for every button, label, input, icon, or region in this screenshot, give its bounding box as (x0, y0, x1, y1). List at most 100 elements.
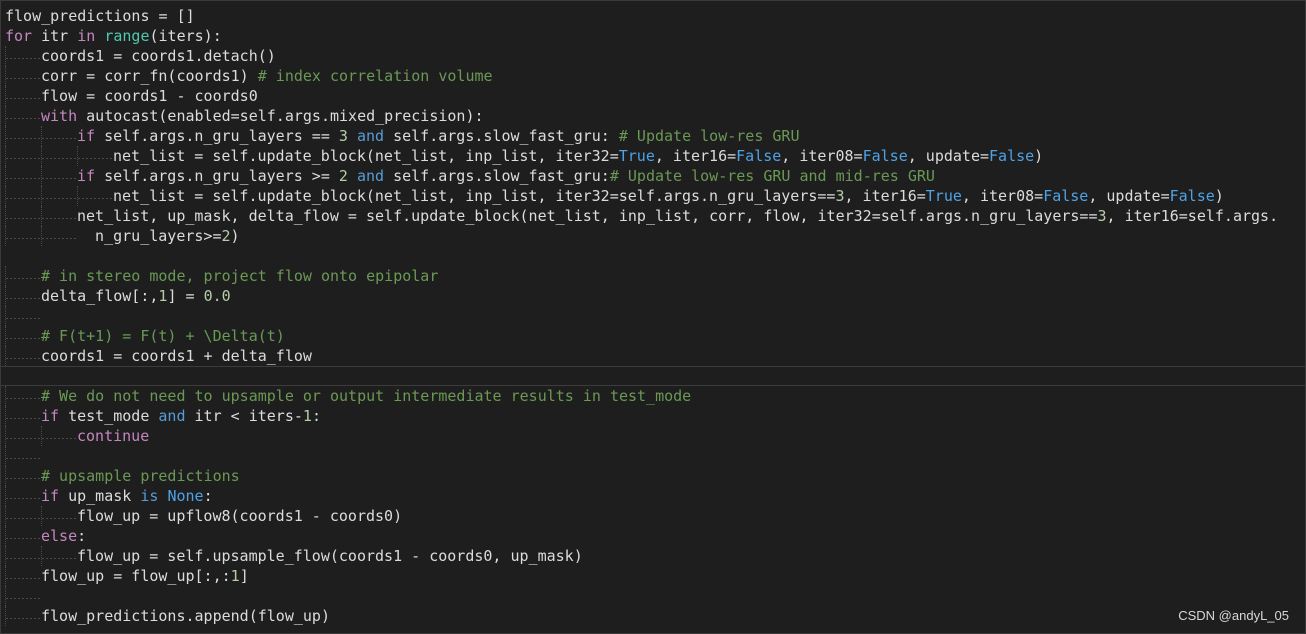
code-area[interactable]: flow_predictions = [] for itr in range(it… (1, 6, 1305, 626)
indent-guide (5, 406, 41, 426)
code-line[interactable] (1, 366, 1305, 386)
code-line[interactable]: if test_mode and itr < iters-1: (5, 406, 1305, 426)
code-line[interactable]: flow_predictions = [] (5, 6, 1305, 26)
code-token: , iter08= (781, 147, 863, 165)
code-token: # index correlation volume (257, 67, 493, 85)
indent-guide (5, 426, 41, 446)
indent-guide (5, 206, 41, 226)
indent-guide (41, 426, 77, 446)
indent-guide (5, 146, 41, 166)
code-token: itr < iters- (185, 407, 303, 425)
code-line[interactable]: net_list = self.update_block(net_list, i… (5, 146, 1305, 166)
code-line[interactable] (5, 246, 1305, 266)
indent-guide (5, 506, 41, 526)
code-token: , update= (907, 147, 990, 165)
indent-guide (5, 106, 41, 126)
indent-guide (5, 446, 41, 466)
indent-guide (41, 506, 77, 526)
code-token: ) (230, 227, 240, 245)
code-line[interactable]: flow_up = upflow8(coords1 - coords0) (5, 506, 1305, 526)
indent-guide (5, 46, 41, 66)
indent-guide (5, 526, 41, 546)
code-line[interactable]: else: (5, 526, 1305, 546)
code-token: if (77, 167, 96, 185)
code-line[interactable] (5, 306, 1305, 326)
indent-guide (41, 186, 77, 206)
indent-guide (5, 186, 41, 206)
code-line[interactable]: coords1 = coords1.detach() (5, 46, 1305, 66)
code-token: 2 (338, 167, 348, 185)
indent-guide (5, 86, 41, 106)
code-token: self.args.n_gru_layers == (95, 127, 339, 145)
indent-guide (41, 546, 77, 566)
code-token: and (356, 167, 385, 185)
code-token: if (41, 487, 60, 505)
code-line[interactable]: coords1 = coords1 + delta_flow (5, 346, 1305, 366)
indent-guide (77, 146, 113, 166)
code-token: ) (1034, 147, 1044, 165)
code-token: flow = coords1 - coords0 (41, 87, 258, 105)
code-line[interactable]: flow = coords1 - coords0 (5, 86, 1305, 106)
code-line[interactable]: # We do not need to upsample or output i… (5, 386, 1305, 406)
watermark: CSDN @andyL_05 (1178, 608, 1289, 623)
code-token: test_mode (59, 407, 159, 425)
code-token: 3 (1097, 207, 1107, 225)
code-line[interactable]: continue (5, 426, 1305, 446)
code-token: flow_up = self.upsample_flow(coords1 - c… (77, 547, 583, 565)
code-token: False (989, 147, 1035, 165)
code-line[interactable]: with autocast(enabled=self.args.mixed_pr… (5, 106, 1305, 126)
code-token: True (618, 147, 655, 165)
code-token: # in stereo mode, project flow onto epip… (41, 267, 439, 285)
code-line[interactable] (5, 586, 1305, 606)
code-line[interactable]: # upsample predictions (5, 466, 1305, 486)
code-token: True (925, 187, 962, 205)
code-line[interactable]: if self.args.n_gru_layers >= 2 and self.… (5, 166, 1305, 186)
code-token: delta_flow[:, (41, 287, 159, 305)
code-line[interactable]: delta_flow[:,1] = 0.0 (5, 286, 1305, 306)
code-line[interactable]: n_gru_layers>=2) (5, 226, 1305, 246)
code-editor[interactable]: flow_predictions = [] for itr in range(it… (0, 0, 1306, 634)
indent-guide (41, 226, 77, 246)
code-line[interactable]: if self.args.n_gru_layers == 3 and self.… (5, 126, 1305, 146)
code-token: False (862, 147, 908, 165)
indent-guide (5, 486, 41, 506)
indent-guide (5, 306, 41, 326)
code-line[interactable]: if up_mask is None: (5, 486, 1305, 506)
indent-guide (5, 586, 41, 606)
code-token: in (77, 27, 96, 45)
code-token: 1 (302, 407, 312, 425)
indent-guide (41, 126, 77, 146)
indent-guide (5, 166, 41, 186)
indent-guide (5, 66, 41, 86)
indent-guide (5, 386, 41, 406)
code-line[interactable]: flow_up = flow_up[:,:1] (5, 566, 1305, 586)
code-token: , iter16=self.args. (1106, 207, 1279, 225)
code-line[interactable]: net_list = self.update_block(net_list, i… (5, 186, 1305, 206)
code-line[interactable]: # F(t+1) = F(t) + \Delta(t) (5, 326, 1305, 346)
code-token: with (41, 107, 78, 125)
code-token: if (77, 127, 96, 145)
indent-guide (5, 226, 41, 246)
indent-guide (5, 546, 41, 566)
code-token: # upsample predictions (41, 467, 240, 485)
code-token: 0.0 (203, 287, 231, 305)
code-token: and (356, 127, 385, 145)
code-line[interactable]: for itr in range(iters): (5, 26, 1305, 46)
code-token: else (41, 527, 78, 545)
code-line[interactable] (5, 446, 1305, 466)
indent-guide (5, 466, 41, 486)
code-token: ] = (167, 287, 204, 305)
code-line[interactable]: flow_predictions.append(flow_up) (5, 606, 1305, 626)
code-token: 3 (835, 187, 845, 205)
code-line[interactable]: flow_up = self.upsample_flow(coords1 - c… (5, 546, 1305, 566)
code-token: autocast(enabled=self.args.mixed_precisi… (77, 107, 484, 125)
code-token: for (5, 27, 33, 45)
code-line[interactable]: # in stereo mode, project flow onto epip… (5, 266, 1305, 286)
code-token: net_list = self.update_block(net_list, i… (113, 187, 836, 205)
code-line[interactable]: corr = corr_fn(coords1) # index correlat… (5, 66, 1305, 86)
code-token: coords1 = coords1.detach() (41, 47, 276, 65)
code-token: # Update low-res GRU (618, 127, 800, 145)
code-line[interactable]: net_list, up_mask, delta_flow = self.upd… (5, 206, 1305, 226)
